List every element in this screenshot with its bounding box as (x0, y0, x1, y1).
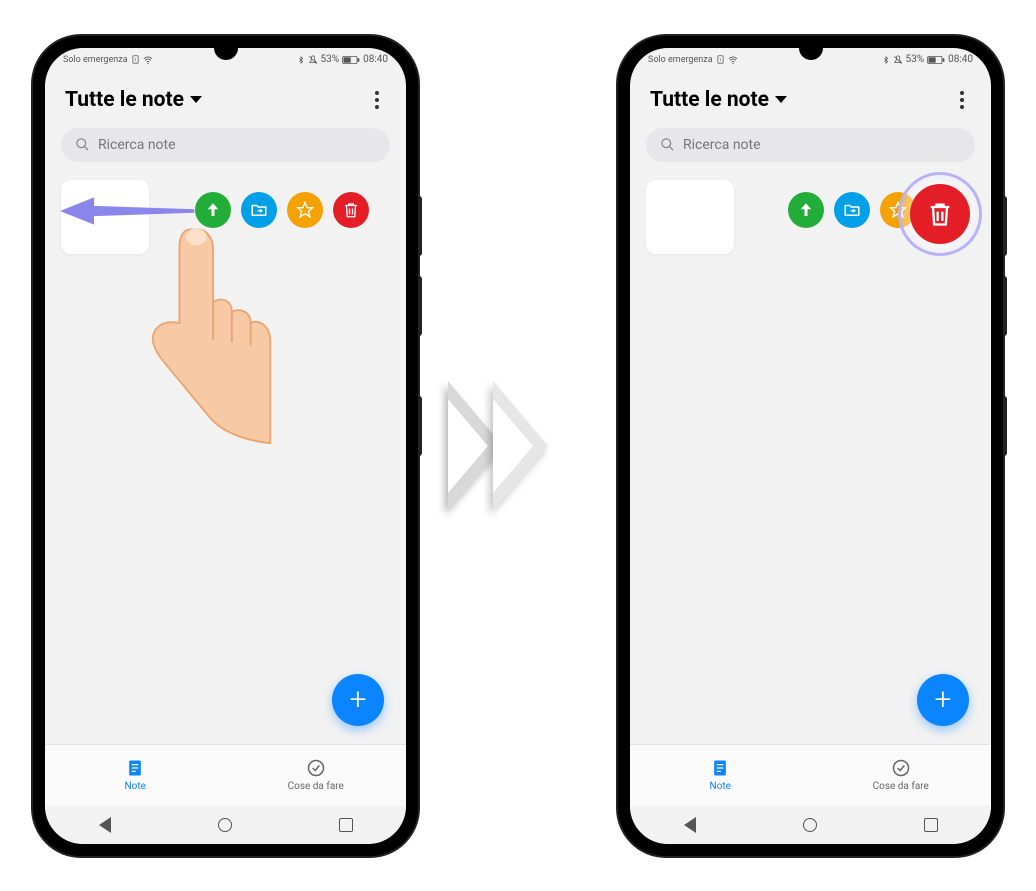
nav-home-button[interactable] (218, 818, 232, 832)
delete-button-highlighted[interactable] (910, 184, 970, 244)
mute-icon (893, 55, 903, 65)
screen: Solo emergenza 1 53% 08:40 Tutte le note… (45, 48, 406, 844)
swipe-action-row (788, 192, 916, 228)
status-time: 08:40 (363, 54, 388, 65)
star-icon (296, 201, 314, 219)
status-network: Solo emergenza (63, 55, 128, 65)
battery-icon (342, 55, 360, 65)
page-title-dropdown[interactable]: Tutte le note (650, 88, 787, 112)
wifi-icon (728, 55, 738, 65)
notes-icon (710, 758, 730, 778)
delete-highlight (898, 172, 982, 256)
notch (799, 36, 823, 60)
gesture-hand-icon (125, 220, 275, 449)
phone-before: Solo emergenza 1 53% 08:40 Tutte le note… (33, 36, 418, 856)
search-input[interactable]: Ricerca note (61, 128, 390, 162)
screen: Solo emergenza 1 53% 08:40 Tutte le note… (630, 48, 991, 844)
svg-text:1: 1 (719, 57, 722, 63)
move-button[interactable] (241, 192, 277, 228)
phone-after: Solo emergenza 1 53% 08:40 Tutte le note… (618, 36, 1003, 856)
tab-todo-label: Cose da fare (288, 781, 344, 792)
check-circle-icon (306, 758, 326, 778)
folder-move-icon (843, 201, 861, 219)
trash-icon (342, 201, 360, 219)
svg-text:1: 1 (134, 57, 137, 63)
battery-icon (927, 55, 945, 65)
nav-home-button[interactable] (803, 818, 817, 832)
note-item[interactable] (646, 180, 734, 254)
fab-add-button[interactable]: + (917, 674, 969, 726)
android-nav-bar (630, 806, 991, 844)
folder-move-icon (250, 201, 268, 219)
status-network: Solo emergenza (648, 55, 713, 65)
status-battery-pct: 53% (906, 54, 925, 65)
header: Tutte le note (45, 72, 406, 120)
header: Tutte le note (630, 72, 991, 120)
more-menu-button[interactable] (953, 91, 971, 109)
search-input[interactable]: Ricerca note (646, 128, 975, 162)
tab-todo-label: Cose da fare (873, 781, 929, 792)
sim-icon: 1 (131, 55, 140, 64)
fab-add-button[interactable]: + (332, 674, 384, 726)
nav-back-button[interactable] (684, 817, 696, 833)
pin-up-icon (797, 201, 815, 219)
tab-todo[interactable]: Cose da fare (811, 745, 992, 806)
pin-button[interactable] (195, 192, 231, 228)
tab-notes[interactable]: Note (630, 745, 811, 806)
tab-notes[interactable]: Note (45, 745, 226, 806)
search-placeholder: Ricerca note (98, 137, 176, 153)
bottom-tabs: Note Cose da fare (630, 744, 991, 806)
page-title-dropdown[interactable]: Tutte le note (65, 88, 202, 112)
pin-up-icon (204, 201, 222, 219)
wifi-icon (143, 55, 153, 65)
nav-recent-button[interactable] (924, 818, 938, 832)
nav-recent-button[interactable] (339, 818, 353, 832)
search-placeholder: Ricerca note (683, 137, 761, 153)
tab-todo[interactable]: Cose da fare (226, 745, 407, 806)
move-button[interactable] (834, 192, 870, 228)
favorite-button[interactable] (287, 192, 323, 228)
bottom-tabs: Note Cose da fare (45, 744, 406, 806)
search-icon (75, 137, 90, 152)
swipe-action-row (195, 192, 369, 228)
android-nav-bar (45, 806, 406, 844)
note-list-area: + (45, 170, 406, 744)
nav-back-button[interactable] (99, 817, 111, 833)
trash-icon (926, 200, 954, 228)
tab-notes-label: Note (710, 781, 731, 792)
transition-chevrons-icon (448, 356, 588, 536)
pin-button[interactable] (788, 192, 824, 228)
note-list-area: + (630, 170, 991, 744)
bluetooth-icon (882, 55, 890, 65)
mute-icon (308, 55, 318, 65)
delete-button[interactable] (333, 192, 369, 228)
search-icon (660, 137, 675, 152)
sim-icon: 1 (716, 55, 725, 64)
status-time: 08:40 (948, 54, 973, 65)
check-circle-icon (891, 758, 911, 778)
notes-icon (125, 758, 145, 778)
more-menu-button[interactable] (368, 91, 386, 109)
notch (214, 36, 238, 60)
status-battery-pct: 53% (321, 54, 340, 65)
tab-notes-label: Note (125, 781, 146, 792)
bluetooth-icon (297, 55, 305, 65)
page-title: Tutte le note (65, 88, 184, 112)
page-title: Tutte le note (650, 88, 769, 112)
note-item[interactable] (61, 180, 149, 254)
